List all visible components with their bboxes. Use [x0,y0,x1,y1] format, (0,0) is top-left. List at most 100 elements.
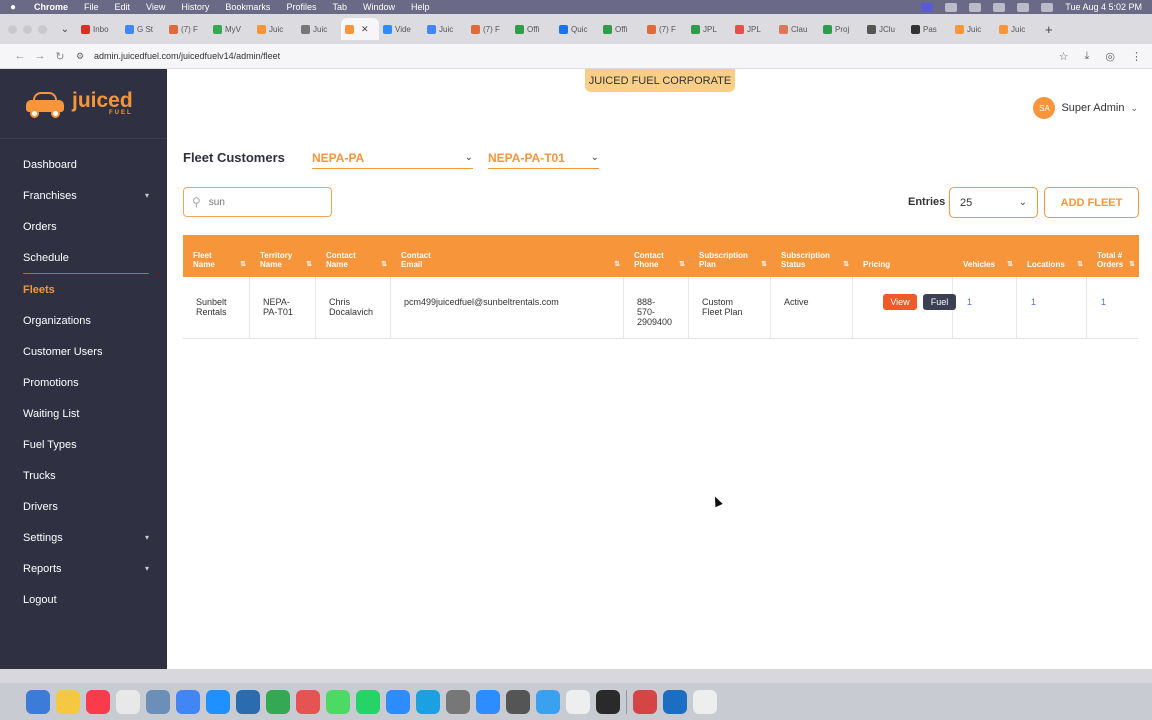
search-box[interactable]: ⚲ [183,187,332,217]
browser-tab[interactable]: Juic [423,18,467,40]
sort-icon[interactable]: ⇅ [1077,260,1083,269]
column-header[interactable]: Subscription Plan ⇅ [699,235,771,277]
sidebar-item-settings[interactable]: Settings ▾ [0,522,167,553]
sidebar-item-customer-users[interactable]: Customer Users [0,336,167,367]
forward-icon[interactable]: → [30,50,50,62]
sidebar-item-trucks[interactable]: Trucks [0,460,167,491]
menu-view[interactable]: View [146,2,165,12]
dock-app-icon[interactable] [663,689,687,714]
screen-record-icon[interactable] [921,2,934,12]
status-icon[interactable] [945,2,958,12]
dock-app-icon[interactable] [206,689,230,714]
browser-tab[interactable]: (7) F [467,18,511,40]
clock[interactable]: Tue Aug 4 5:02 PM [1065,2,1142,12]
sidebar-item-reports[interactable]: Reports ▾ [0,553,167,584]
franchise-select[interactable]: NEPA-PA ⌄ [312,147,473,169]
column-header[interactable]: Vehicles ⇅ [963,235,1017,277]
dock-app-icon[interactable] [296,689,320,714]
dock-app-icon[interactable] [536,689,560,714]
sort-icon[interactable]: ⇅ [381,260,387,269]
apple-icon[interactable]: ● [10,2,22,13]
browser-tab[interactable]: Juic [995,18,1039,40]
browser-tab[interactable]: Juic [951,18,995,40]
fuel-pricing-button[interactable]: Fuel [923,294,956,310]
dock-app-icon[interactable] [566,689,590,714]
browser-tab[interactable]: JClu [863,18,907,40]
sort-icon[interactable]: ⇅ [306,260,312,269]
menu-edit[interactable]: Edit [115,2,131,12]
sidebar-item-logout[interactable]: Logout [0,584,167,615]
menu-tab[interactable]: Tab [332,2,347,12]
dock-app-icon[interactable] [86,689,110,714]
column-header[interactable]: Pricing [863,235,953,277]
bookmark-star-icon[interactable]: ☆ [1059,50,1069,63]
dock-app-icon[interactable] [116,689,140,714]
sidebar-item-waiting-list[interactable]: Waiting List [0,398,167,429]
browser-tab[interactable]: Juic [253,18,297,40]
column-header[interactable]: Territory Name ⇅ [260,235,316,277]
back-icon[interactable]: ← [10,50,30,62]
dock-app-icon[interactable] [386,689,410,714]
download-icon[interactable]: ⤓ [1085,50,1090,63]
browser-tab[interactable]: G St [121,18,165,40]
browser-tab[interactable]: JPL [731,18,775,40]
dock-app-icon[interactable] [176,689,200,714]
column-header[interactable]: Total # Orders ⇅ [1097,235,1139,277]
dock-app-icon[interactable] [356,689,380,714]
minimize-window-icon[interactable] [23,24,32,34]
table-cell-orders[interactable]: 1 [1087,277,1139,339]
dock-app-icon[interactable] [326,689,350,714]
site-info-icon[interactable]: ⚙ [76,51,88,62]
browser-tab[interactable]: Pas [907,18,951,40]
browser-tab[interactable]: Proj [819,18,863,40]
sort-icon[interactable]: ⇅ [1129,260,1135,269]
menu-window[interactable]: Window [363,2,395,12]
sort-icon[interactable]: ⇅ [1007,260,1013,269]
browser-tab[interactable]: Offi [511,18,555,40]
dock-app-icon[interactable] [693,689,717,714]
sort-icon[interactable]: ⇅ [761,260,767,269]
sidebar-item-promotions[interactable]: Promotions [0,367,167,398]
sort-icon[interactable]: ⇅ [614,260,620,269]
sort-icon[interactable]: ⇅ [843,260,849,269]
close-window-icon[interactable] [8,24,17,34]
dock-app-icon[interactable] [26,689,50,714]
sidebar-item-fuel-types[interactable]: Fuel Types [0,429,167,460]
menu-file[interactable]: File [84,2,99,12]
search-icon[interactable] [1017,2,1030,12]
dock-app-icon[interactable] [236,689,260,714]
view-pricing-button[interactable]: View [883,294,917,310]
column-header[interactable]: Locations ⇅ [1027,235,1087,277]
table-row[interactable]: Sunbelt Rentals NEPA- PA-T01 Chris Docalav… [183,277,1139,339]
maximize-window-icon[interactable] [38,24,47,34]
sidebar-item-dashboard[interactable]: Dashboard [0,149,167,180]
browser-tab[interactable]: (7) F [165,18,209,40]
dock-app-icon[interactable] [56,689,80,714]
new-tab-icon[interactable]: + [1045,22,1053,37]
battery-icon[interactable] [969,2,982,12]
sidebar-item-franchises[interactable]: Franchises ▾ [0,180,167,211]
close-tab-icon[interactable]: ✕ [361,24,369,35]
reload-icon[interactable]: ↻ [50,50,70,63]
browser-tab[interactable]: Juic [297,18,341,40]
browser-tab[interactable]: JPL [687,18,731,40]
browser-tab[interactable]: ✕ [341,18,379,40]
sidebar-item-schedule[interactable]: Schedule [0,242,167,273]
menu-app-name[interactable]: Chrome [34,2,68,12]
dock-app-icon[interactable] [416,689,440,714]
browser-tab[interactable]: Offi [599,18,643,40]
menu-history[interactable]: History [181,2,209,12]
control-center-icon[interactable] [1041,2,1054,12]
menu-help[interactable]: Help [411,2,430,12]
table-cell-vehicles[interactable]: 1 [953,277,1017,339]
dock-app-icon[interactable] [446,689,470,714]
browser-tab[interactable]: Clau [775,18,819,40]
url-field[interactable]: admin.juicedfuel.com/juicedfuelv14/admin… [94,51,280,61]
browser-tab[interactable]: MyV [209,18,253,40]
browser-tab[interactable]: Inbo [77,18,121,40]
column-header[interactable]: Fleet Name ⇅ [193,235,250,277]
browser-tab[interactable]: Vide [379,18,423,40]
table-cell-locations[interactable]: 1 [1017,277,1087,339]
browser-tab[interactable]: Quic [555,18,599,40]
entries-select[interactable]: 25 ⌄ [949,187,1038,218]
